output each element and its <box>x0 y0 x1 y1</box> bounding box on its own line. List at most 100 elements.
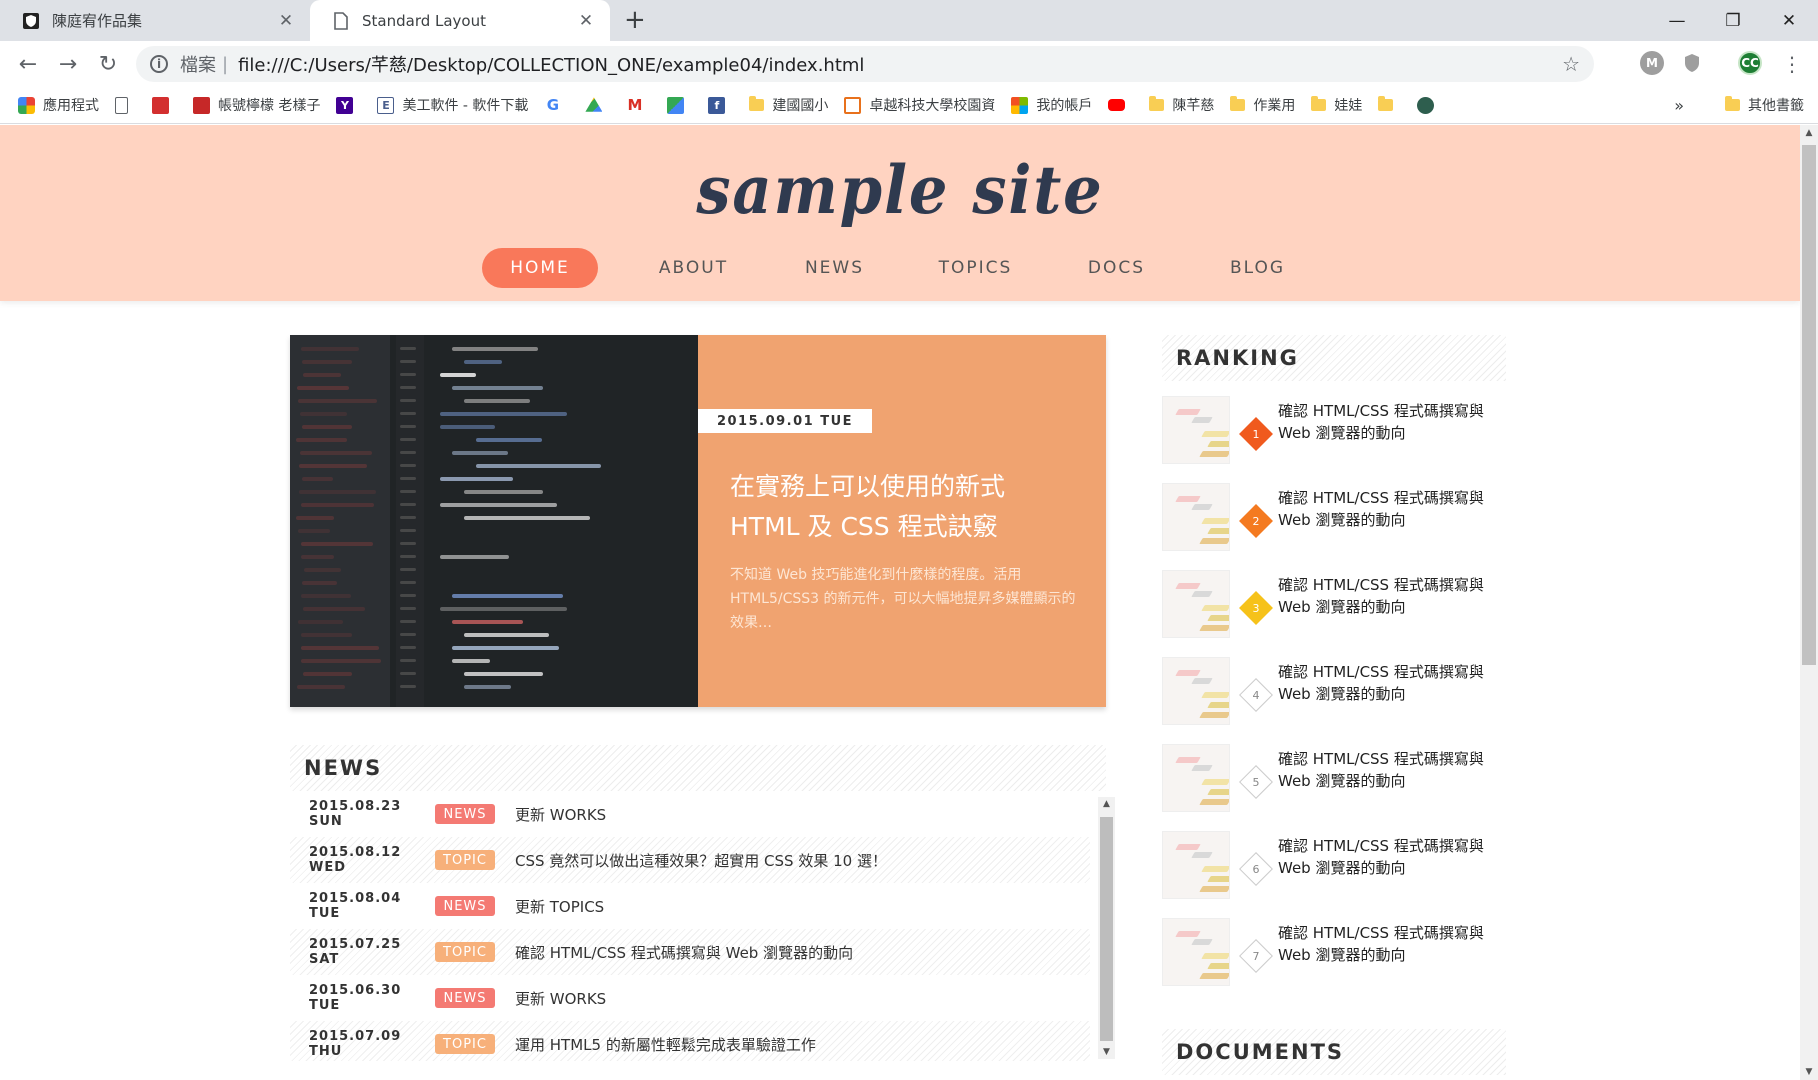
ranking-title[interactable]: 確認 HTML/CSS 程式碼撰寫與 Web 瀏覽器的動向 <box>1278 835 1498 879</box>
news-scrollbar[interactable]: ▲ ▼ <box>1098 797 1115 1059</box>
bookmark-item[interactable] <box>152 96 177 114</box>
bookmark-item[interactable] <box>1417 96 1442 114</box>
hero-title[interactable]: 在實務上可以使用的新式 HTML 及 CSS 程式訣竅 <box>730 467 1080 547</box>
new-tab-button[interactable]: + <box>624 6 646 34</box>
url-separator: | <box>222 53 229 75</box>
bookmark-item[interactable]: f <box>708 96 733 114</box>
page-scrollbar[interactable]: ▲ ▼ <box>1800 125 1818 1080</box>
profile-avatar[interactable]: CC <box>1738 51 1762 75</box>
menu-kebab-icon[interactable]: ⋮ <box>1778 50 1806 78</box>
ranking-item[interactable]: 3 確認 HTML/CSS 程式碼撰寫與 Web 瀏覽器的動向 <box>1162 570 1502 642</box>
reload-button[interactable]: ↻ <box>94 50 122 78</box>
category-badge: TOPIC <box>435 1034 495 1054</box>
bookmark-item[interactable] <box>667 96 692 114</box>
nav-docs[interactable]: DOCS <box>1046 248 1187 288</box>
info-icon[interactable]: i <box>150 55 168 73</box>
back-button[interactable]: ← <box>14 50 42 78</box>
news-scroll-thumb[interactable] <box>1100 817 1113 1041</box>
hero-article[interactable]: 2015.09.01 TUE 在實務上可以使用的新式 HTML 及 CSS 程式… <box>290 335 1106 707</box>
circle-logo-icon <box>1417 96 1435 114</box>
bookmark-item[interactable]: 應用程式 <box>18 95 99 115</box>
bookmark-label: 建國國小 <box>772 98 829 114</box>
bookmark-star-icon[interactable]: ☆ <box>1562 52 1580 76</box>
ranking-item[interactable]: 4 確認 HTML/CSS 程式碼撰寫與 Web 瀏覽器的動向 <box>1162 657 1502 729</box>
forward-button[interactable]: → <box>54 50 82 78</box>
article-thumbnail <box>1162 396 1230 464</box>
bookmark-item[interactable]: 卓越科技大學校園資 <box>844 95 995 115</box>
bookmark-item[interactable]: G <box>544 96 569 114</box>
page-scroll-thumb[interactable] <box>1802 145 1816 665</box>
news-title[interactable]: 更新 TOPICS <box>515 896 604 917</box>
bookmark-item[interactable] <box>115 96 136 114</box>
bookmark-item[interactable]: 帳號檸檬 老樣子 <box>193 95 320 115</box>
category-badge: TOPIC <box>435 850 495 870</box>
ranking-title-line: Web 瀏覽器的動向 <box>1278 946 1406 964</box>
extension-m-icon[interactable]: M <box>1640 51 1664 75</box>
nav-about[interactable]: ABOUT <box>623 248 764 288</box>
ranking-title[interactable]: 確認 HTML/CSS 程式碼撰寫與 Web 瀏覽器的動向 <box>1278 748 1498 792</box>
bookmark-label: 陳芊慈 <box>1172 98 1215 114</box>
ranking-title[interactable]: 確認 HTML/CSS 程式碼撰寫與 Web 瀏覽器的動向 <box>1278 922 1498 966</box>
folder-icon <box>1311 96 1327 111</box>
bookmark-item[interactable]: 娃娃 <box>1311 95 1362 115</box>
rank-badge: 3 <box>1239 591 1273 625</box>
hero-date: 2015.09.01 TUE <box>698 409 872 433</box>
minimize-button[interactable]: — <box>1648 0 1706 41</box>
shield-extension-icon[interactable] <box>1680 51 1704 75</box>
bookmark-item[interactable]: M <box>626 96 651 114</box>
close-tab-icon[interactable]: ✕ <box>276 11 296 31</box>
tab-title: 陳庭宥作品集 <box>52 12 143 30</box>
ranking-item[interactable]: 1 確認 HTML/CSS 程式碼撰寫與 Web 瀏覽器的動向 <box>1162 396 1502 468</box>
other-bookmarks[interactable]: 其他書籤 <box>1725 95 1804 115</box>
news-title[interactable]: 運用 HTML5 的新屬性輕鬆完成表單驗證工作 <box>515 1034 816 1055</box>
ranking-title[interactable]: 確認 HTML/CSS 程式碼撰寫與 Web 瀏覽器的動向 <box>1278 487 1498 531</box>
google-icon: G <box>544 96 562 114</box>
orange-logo-icon <box>844 96 862 114</box>
news-row[interactable]: 2015.07.09 THU TOPIC 運用 HTML5 的新屬性輕鬆完成表單驗證… <box>290 1021 1090 1061</box>
ranking-item[interactable]: 7 確認 HTML/CSS 程式碼撰寫與 Web 瀏覽器的動向 <box>1162 918 1502 990</box>
news-title[interactable]: 更新 WORKS <box>515 988 606 1009</box>
bookmark-item[interactable]: E 美工軟件 - 軟件下載 <box>377 95 528 115</box>
nav-topics[interactable]: TOPICS <box>905 248 1046 288</box>
news-row[interactable]: 2015.07.25 SAT TOPIC 確認 HTML/CSS 程式碼撰寫與 We… <box>290 929 1090 975</box>
ranking-title[interactable]: 確認 HTML/CSS 程式碼撰寫與 Web 瀏覽器的動向 <box>1278 661 1498 705</box>
facebook-icon: f <box>708 96 726 114</box>
news-title[interactable]: 更新 WORKS <box>515 804 606 825</box>
ranking-item[interactable]: 2 確認 HTML/CSS 程式碼撰寫與 Web 瀏覽器的動向 <box>1162 483 1502 555</box>
bookmark-item[interactable] <box>1108 99 1133 111</box>
tab-standard-layout[interactable]: Standard Layout ✕ <box>310 0 610 41</box>
site-logo[interactable]: sample site <box>72 151 1728 229</box>
bookmark-item[interactable]: Y <box>336 96 361 114</box>
ranking-title-line: 確認 HTML/CSS 程式碼撰寫與 <box>1278 924 1484 942</box>
nav-news[interactable]: NEWS <box>764 248 905 288</box>
news-row[interactable]: 2015.06.30 TUE NEWS 更新 WORKS <box>290 975 1090 1021</box>
ranking-item[interactable]: 5 確認 HTML/CSS 程式碼撰寫與 Web 瀏覽器的動向 <box>1162 744 1502 816</box>
close-tab-icon[interactable]: ✕ <box>576 11 596 31</box>
tab-portfolio[interactable]: 陳庭宥作品集 ✕ <box>0 0 310 41</box>
tab-title: Standard Layout <box>362 11 486 30</box>
news-title[interactable]: 確認 HTML/CSS 程式碼撰寫與 Web 瀏覽器的動向 <box>515 942 853 963</box>
bookmark-item[interactable]: 我的帳戶 <box>1011 95 1092 115</box>
ranking-title[interactable]: 確認 HTML/CSS 程式碼撰寫與 Web 瀏覽器的動向 <box>1278 400 1498 444</box>
bookmark-item[interactable]: 作業用 <box>1230 95 1295 115</box>
news-title[interactable]: CSS 竟然可以做出這種效果？超實用 CSS 效果 10 選！ <box>515 850 887 871</box>
bookmark-item[interactable] <box>1378 96 1401 111</box>
close-window-button[interactable]: ✕ <box>1760 0 1818 41</box>
ranking-item[interactable]: 6 確認 HTML/CSS 程式碼撰寫與 Web 瀏覽器的動向 <box>1162 831 1502 903</box>
ranking-title-line: Web 瀏覽器的動向 <box>1278 424 1406 442</box>
bookmark-item[interactable]: 陳芊慈 <box>1149 95 1214 115</box>
restore-button[interactable]: ❐ <box>1704 0 1762 41</box>
ranking-title[interactable]: 確認 HTML/CSS 程式碼撰寫與 Web 瀏覽器的動向 <box>1278 574 1498 618</box>
nav-blog[interactable]: BLOG <box>1187 248 1328 288</box>
bookmark-item[interactable] <box>585 97 610 114</box>
news-row[interactable]: 2015.08.04 TUE NEWS 更新 TOPICS <box>290 883 1090 929</box>
bookmark-label: 帳號檸檬 老樣子 <box>218 98 321 114</box>
ranking-title-line: Web 瀏覽器的動向 <box>1278 859 1406 877</box>
bookmarks-overflow-button[interactable]: » <box>1674 96 1684 115</box>
nav-home[interactable]: HOME <box>482 248 598 288</box>
address-bar[interactable]: i 檔案 | file:///C:/Users/芊慈/Desktop/COLLE… <box>136 46 1594 82</box>
news-row[interactable]: 2015.08.12 WED TOPIC CSS 竟然可以做出這種效果？超實用 CS… <box>290 837 1090 883</box>
news-row[interactable]: 2015.08.23 SUN NEWS 更新 WORKS <box>290 791 1090 837</box>
rank-badge: 4 <box>1239 678 1273 712</box>
bookmark-item[interactable]: 建國國小 <box>749 95 828 115</box>
